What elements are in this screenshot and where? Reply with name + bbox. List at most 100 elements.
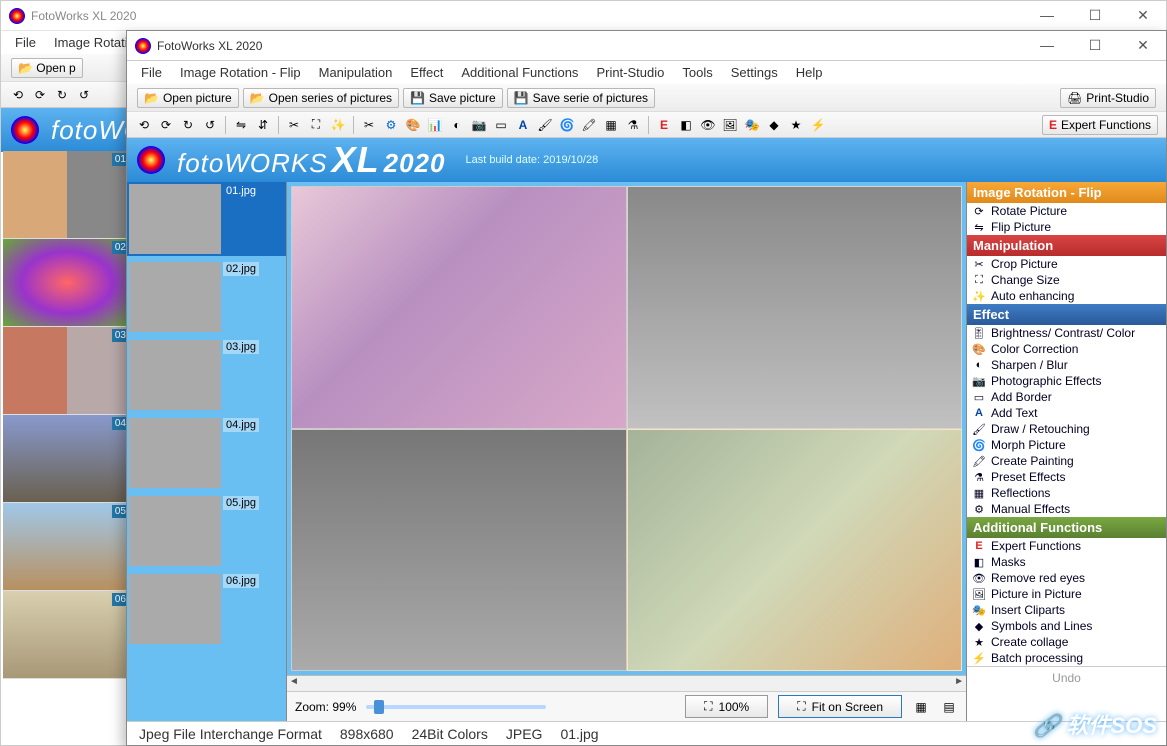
- panel-item-collage[interactable]: ★Create collage: [967, 634, 1166, 650]
- panel-item-rotate[interactable]: ⟳Rotate Picture: [967, 203, 1166, 219]
- thumbnail-item[interactable]: 01.jpg: [127, 182, 286, 260]
- rotate-ccw-icon[interactable]: ↺: [201, 116, 219, 134]
- print-studio-button[interactable]: 🖨Print-Studio: [1060, 88, 1156, 108]
- panel-item-clipart[interactable]: 🎭Insert Cliparts: [967, 602, 1166, 618]
- panel-item-auto[interactable]: ✨Auto enhancing: [967, 288, 1166, 304]
- border-icon[interactable]: ▭: [492, 116, 510, 134]
- panel-item-manualfx[interactable]: ⚙Manual Effects: [967, 501, 1166, 517]
- crop-icon[interactable]: ✂: [285, 116, 303, 134]
- horizontal-scrollbar[interactable]: [287, 675, 966, 691]
- panel-item-reflect[interactable]: ▦Reflections: [967, 485, 1166, 501]
- mask-icon[interactable]: ◧: [677, 116, 695, 134]
- redeye-icon[interactable]: 👁: [699, 116, 717, 134]
- back-open-picture[interactable]: 📂 Open p: [11, 58, 83, 78]
- rotate-left-icon[interactable]: ⟲: [9, 86, 27, 104]
- panel-item-crop[interactable]: ✂Crop Picture: [967, 256, 1166, 272]
- minimize-button[interactable]: —: [1032, 37, 1062, 54]
- paint-icon[interactable]: 🖍: [580, 116, 598, 134]
- fit-screen-button[interactable]: ⛶Fit on Screen: [778, 695, 902, 718]
- maximize-button[interactable]: ☐: [1080, 37, 1110, 54]
- menu-tools[interactable]: Tools: [682, 65, 712, 80]
- open-series-button[interactable]: 📂Open series of pictures: [243, 88, 399, 108]
- panel-item-draw[interactable]: 🖌Draw / Retouching: [967, 421, 1166, 437]
- expert-functions-button[interactable]: EExpert Functions: [1042, 115, 1158, 135]
- open-picture-button[interactable]: 📂Open picture: [137, 88, 239, 108]
- thumbnail-item[interactable]: 02.jpg: [127, 260, 286, 338]
- panel-item-resize[interactable]: ⛶Change Size: [967, 272, 1166, 288]
- wand-icon[interactable]: ✨: [329, 116, 347, 134]
- maximize-button[interactable]: ☐: [1080, 7, 1110, 24]
- grid2-icon[interactable]: ▤: [940, 698, 958, 716]
- back-thumb[interactable]: 03: [3, 327, 131, 415]
- panel-item-colorcorr[interactable]: 🎨Color Correction: [967, 341, 1166, 357]
- blur-icon[interactable]: ◐: [448, 116, 466, 134]
- back-thumb[interactable]: 02: [3, 239, 131, 327]
- thumbnail-item[interactable]: 05.jpg: [127, 494, 286, 572]
- resize-icon[interactable]: ⛶: [307, 116, 325, 134]
- panel-item-morph[interactable]: 🌀Morph Picture: [967, 437, 1166, 453]
- menu-manipulation[interactable]: Manipulation: [319, 65, 393, 80]
- zoom-100-button[interactable]: ⛶100%: [685, 695, 768, 718]
- undo-button[interactable]: Undo: [967, 666, 1166, 689]
- panel-item-flip[interactable]: ⇋Flip Picture: [967, 219, 1166, 235]
- flip-h-icon[interactable]: ⇋: [232, 116, 250, 134]
- menu-help[interactable]: Help: [796, 65, 823, 80]
- text-icon[interactable]: A: [514, 116, 532, 134]
- thumbnail-item[interactable]: 04.jpg: [127, 416, 286, 494]
- preset-icon[interactable]: ⚗: [624, 116, 642, 134]
- refresh-icon[interactable]: ↻: [53, 86, 71, 104]
- panel-item-text[interactable]: AAdd Text: [967, 405, 1166, 421]
- menu-settings[interactable]: Settings: [731, 65, 778, 80]
- menu-file[interactable]: File: [141, 65, 162, 80]
- panel-item-brightness[interactable]: 🎚Brightness/ Contrast/ Color: [967, 325, 1166, 341]
- rotate-left-icon[interactable]: ⟲: [135, 116, 153, 134]
- back-thumb[interactable]: 01: [3, 151, 131, 239]
- color-icon[interactable]: 🎨: [404, 116, 422, 134]
- panel-item-preset[interactable]: ⚗Preset Effects: [967, 469, 1166, 485]
- rotate-cw-icon[interactable]: ↻: [179, 116, 197, 134]
- shapes-icon[interactable]: ◆: [765, 116, 783, 134]
- close-button[interactable]: ✕: [1128, 37, 1158, 54]
- panel-item-masks[interactable]: ◧Masks: [967, 554, 1166, 570]
- adjust-icon[interactable]: ⚙: [382, 116, 400, 134]
- clipart-icon[interactable]: 🎭: [743, 116, 761, 134]
- morph-icon[interactable]: 🌀: [558, 116, 576, 134]
- minimize-button[interactable]: —: [1032, 7, 1062, 24]
- back-thumb[interactable]: 04: [3, 415, 131, 503]
- menu-print-studio[interactable]: Print-Studio: [596, 65, 664, 80]
- panel-item-batch[interactable]: ⚡Batch processing: [967, 650, 1166, 666]
- back-thumb[interactable]: 06: [3, 591, 131, 679]
- panel-item-sharpen[interactable]: ◐Sharpen / Blur: [967, 357, 1166, 373]
- menu-effect[interactable]: Effect: [410, 65, 443, 80]
- expert-e-icon[interactable]: E: [655, 116, 673, 134]
- panel-item-symbols[interactable]: ◆Symbols and Lines: [967, 618, 1166, 634]
- flip-v-icon[interactable]: ⇵: [254, 116, 272, 134]
- menu-additional[interactable]: Additional Functions: [461, 65, 578, 80]
- panel-item-expert[interactable]: EExpert Functions: [967, 538, 1166, 554]
- rotate-right-icon[interactable]: ⟳: [157, 116, 175, 134]
- batch-icon[interactable]: ⚡: [809, 116, 827, 134]
- panel-item-redeye[interactable]: 👁Remove red eyes: [967, 570, 1166, 586]
- grid-icon[interactable]: ▦: [912, 698, 930, 716]
- panel-item-photofx[interactable]: 📷Photographic Effects: [967, 373, 1166, 389]
- collage-icon[interactable]: ★: [787, 116, 805, 134]
- chart-icon[interactable]: 📊: [426, 116, 444, 134]
- menu-file[interactable]: File: [15, 35, 36, 50]
- reflect-icon[interactable]: ▦: [602, 116, 620, 134]
- save-series-button[interactable]: 💾Save serie of pictures: [507, 88, 655, 108]
- zoom-slider[interactable]: [366, 705, 546, 709]
- cut-icon[interactable]: ✂: [360, 116, 378, 134]
- rotate-right-icon[interactable]: ⟳: [31, 86, 49, 104]
- save-picture-button[interactable]: 💾Save picture: [403, 88, 503, 108]
- refresh2-icon[interactable]: ↺: [75, 86, 93, 104]
- pip-icon[interactable]: 🖼: [721, 116, 739, 134]
- thumbnail-item[interactable]: 06.jpg: [127, 572, 286, 650]
- back-thumb[interactable]: 05: [3, 503, 131, 591]
- panel-item-pip[interactable]: 🖼Picture in Picture: [967, 586, 1166, 602]
- image-preview[interactable]: [287, 182, 966, 675]
- panel-item-paint[interactable]: 🖍Create Painting: [967, 453, 1166, 469]
- thumbnail-item[interactable]: 03.jpg: [127, 338, 286, 416]
- menu-rotation-flip[interactable]: Image Rotation - Flip: [180, 65, 301, 80]
- camera-icon[interactable]: 📷: [470, 116, 488, 134]
- panel-item-border[interactable]: ▭Add Border: [967, 389, 1166, 405]
